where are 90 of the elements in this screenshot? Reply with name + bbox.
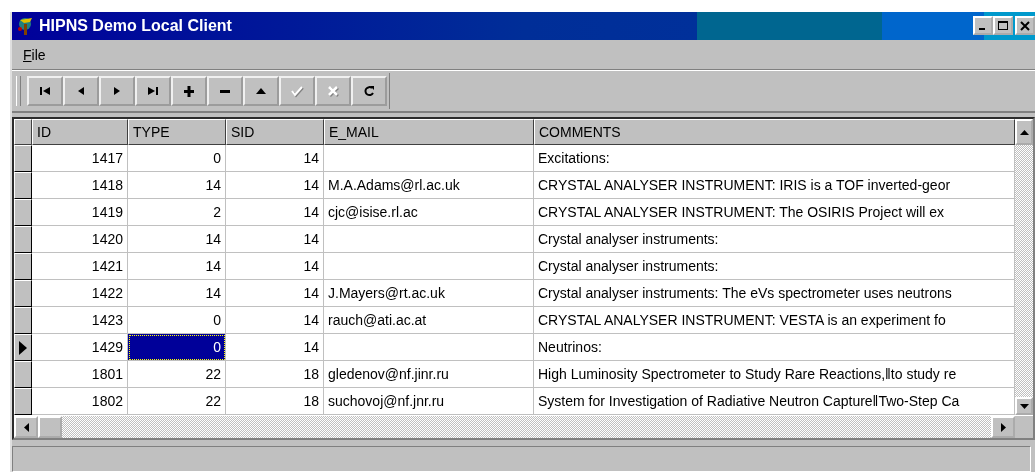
table-cell[interactable]: 1418 [32,172,128,200]
refresh-icon [362,84,376,99]
table-cell[interactable]: 22 [128,361,226,389]
scroll-left-button[interactable] [14,416,38,439]
row-indicator[interactable] [14,226,32,254]
table-cell[interactable]: 14 [226,253,324,281]
last-button[interactable] [135,76,171,107]
up-triangle-icon [1019,129,1029,135]
table-cell[interactable]: rauch@ati.ac.at [324,307,534,335]
table-cell[interactable]: 14 [226,199,324,227]
scroll-up-button[interactable] [1015,119,1033,146]
table-cell[interactable]: 0 [128,145,226,173]
menu-item[interactable]: File [20,46,49,63]
delete-button[interactable] [207,76,243,107]
plus-icon [182,84,196,99]
column-header[interactable]: ID [32,119,128,146]
table-cell[interactable]: 1420 [32,226,128,254]
table-cell[interactable]: M.A.Adams@rl.ac.uk [324,172,534,200]
table-cell[interactable]: 14 [128,172,226,200]
table-cell[interactable]: 14 [128,280,226,308]
table-cell[interactable]: 0 [128,334,226,362]
current-row-icon [19,340,27,355]
down-triangle-icon [1019,403,1029,409]
table-cell[interactable]: CRYSTAL ANALYSER INSTRUMENT: VESTA is an experiment fo [534,307,1015,335]
table-cell[interactable]: 18 [226,361,324,389]
first-button[interactable] [27,76,63,107]
table-cell[interactable]: 1801 [32,361,128,389]
toolbar-grip[interactable] [16,76,21,107]
table-cell[interactable]: 14 [226,280,324,308]
table-cell[interactable]: 14 [226,172,324,200]
table-cell[interactable] [324,145,534,173]
table-cell[interactable]: High Luminosity Spectrometer to Study Rare Reactions,‖to study re [534,361,1015,389]
table-cell[interactable]: 1417 [32,145,128,173]
table-cell[interactable]: 14 [226,226,324,254]
table-cell[interactable] [324,334,534,362]
table-cell[interactable]: 1421 [32,253,128,281]
row-indicator[interactable] [14,172,32,200]
maximize-icon [997,19,1009,32]
column-header[interactable]: COMMENTS [534,119,1015,146]
row-indicator[interactable] [14,334,32,362]
row-indicator[interactable] [14,145,32,173]
close-button[interactable] [1015,16,1035,36]
column-header[interactable]: E_MAIL [324,119,534,146]
refresh-button[interactable] [351,76,387,107]
row-indicator[interactable] [14,199,32,227]
table-cell[interactable]: 2 [128,199,226,227]
table-cell[interactable]: 1423 [32,307,128,335]
table-cell[interactable]: J.Mayers@rt.ac.uk [324,280,534,308]
maximize-button[interactable] [993,16,1013,36]
table-cell[interactable]: 14 [226,334,324,362]
table-cell[interactable]: 1419 [32,199,128,227]
row-indicator[interactable] [14,253,32,281]
column-header[interactable]: TYPE [128,119,226,146]
horizontal-scrollbar[interactable] [14,415,1033,439]
table-cell[interactable]: 14 [128,253,226,281]
table-cell[interactable] [324,253,534,281]
table-cell[interactable]: Crystal analyser instruments: [534,253,1015,281]
table-cell[interactable]: gledenov@nf.jinr.ru [324,361,534,389]
table-cell[interactable]: 1422 [32,280,128,308]
edit-button[interactable] [243,76,279,107]
table-cell[interactable] [324,226,534,254]
table-cell[interactable]: 14 [128,226,226,254]
table-cell[interactable]: CRYSTAL ANALYSER INSTRUMENT: The OSIRIS Project will ex [534,199,1015,227]
table-cell[interactable]: Crystal analyser instruments: The eVs spectrometer uses neutrons [534,280,1015,308]
row-indicator[interactable] [14,307,32,335]
minimize-button[interactable] [973,16,993,36]
right-triangle-icon [1000,422,1006,432]
table-cell[interactable]: Excitations: [534,145,1015,173]
next-button[interactable] [99,76,135,107]
table-cell[interactable]: CRYSTAL ANALYSER INSTRUMENT: IRIS is a TOF inverted-geor [534,172,1015,200]
column-header[interactable]: SID [226,119,324,146]
table-cell[interactable]: Neutrinos: [534,334,1015,362]
table-cell[interactable]: 14 [226,145,324,173]
minimize-icon [978,28,985,31]
table-cell[interactable]: Crystal analyser instruments: [534,226,1015,254]
vertical-scrollbar[interactable] [1015,119,1033,416]
insert-button[interactable] [171,76,207,107]
scroll-down-button[interactable] [1015,397,1033,416]
table-cell[interactable]: 14 [226,307,324,335]
row-indicator[interactable] [14,388,32,416]
scroll-thumb[interactable] [38,416,62,439]
close-icon [1019,19,1031,32]
window-title: HIPNS Demo Local Client [39,16,232,35]
prior-button[interactable] [63,76,99,107]
table-cell[interactable]: cjc@isise.rl.ac [324,199,534,227]
scroll-right-button[interactable] [991,416,1015,439]
row-indicator[interactable] [14,361,32,389]
left-triangle-icon [23,422,29,432]
row-indicator[interactable] [14,280,32,308]
checkmark-icon [290,84,304,99]
